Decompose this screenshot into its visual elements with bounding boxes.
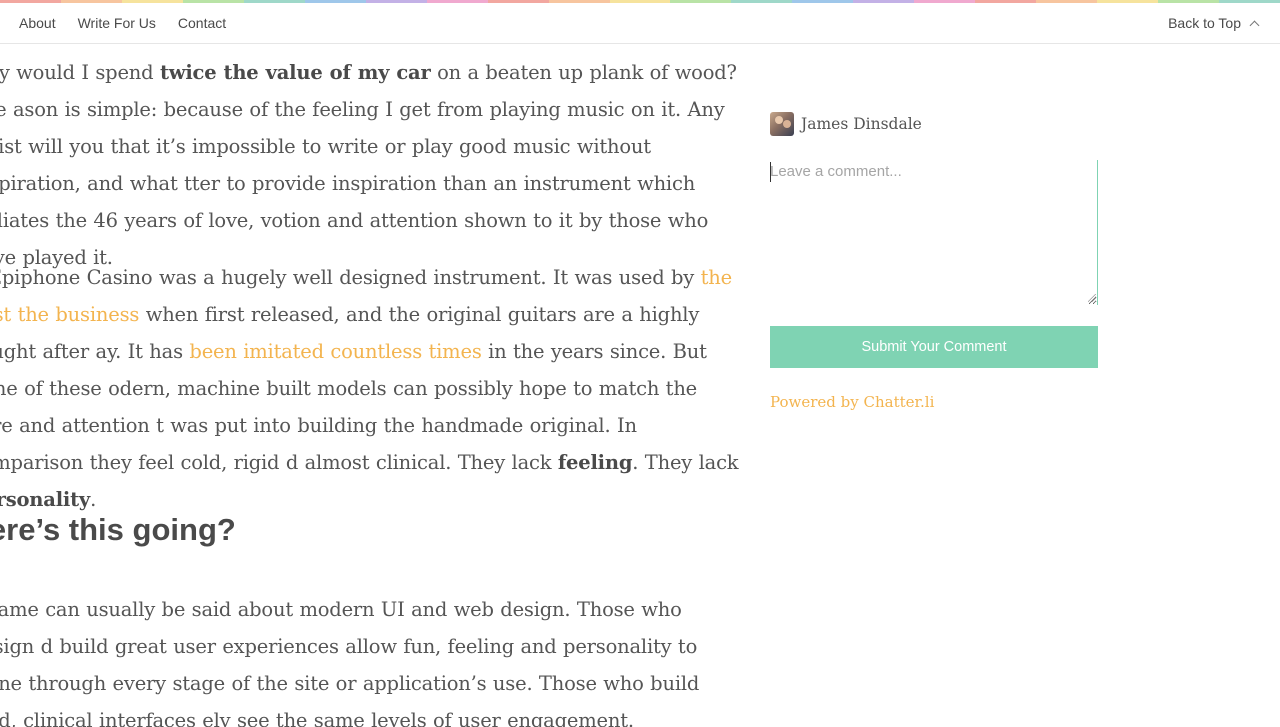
powered-by-link[interactable]: Powered by Chatter.li (770, 393, 934, 411)
comment-user: James Dinsdale (770, 112, 922, 136)
back-to-top-label: Back to Top (1168, 15, 1241, 31)
paragraph-text: e Epiphone Casino was a hugely well desi… (0, 266, 701, 289)
article-body: why would I spend twice the value of my … (0, 54, 750, 727)
paragraph-text: why would I spend (0, 61, 154, 84)
nav-write-for-us-link[interactable]: Write For Us (78, 15, 156, 31)
nav-links: About Write For Us Contact (19, 15, 226, 31)
back-to-top-link[interactable]: Back to Top (1168, 15, 1260, 31)
top-navigation: About Write For Us Contact Back to Top (0, 3, 1280, 44)
comment-input[interactable] (770, 160, 1098, 305)
bold-text: twice the value of my car (159, 61, 431, 84)
paragraph-text: . They lack (632, 451, 739, 474)
article-paragraph: e Epiphone Casino was a hugely well desi… (0, 259, 742, 518)
submit-comment-button[interactable]: Submit Your Comment (770, 326, 1098, 368)
chevron-up-icon (1249, 20, 1260, 30)
article-paragraph: e same can usually be said about modern … (0, 598, 700, 727)
paragraph-text: . (90, 488, 97, 511)
paragraph-text: on a beaten up plank of wood? The ason i… (0, 61, 737, 269)
text-caret (770, 162, 771, 182)
imitated-countless-times-link[interactable]: been imitated countless times (189, 340, 481, 363)
nav-about-link[interactable]: About (19, 15, 56, 31)
resize-handle-icon[interactable] (1088, 294, 1096, 302)
article-paragraph: why would I spend twice the value of my … (0, 54, 742, 276)
nav-contact-link[interactable]: Contact (178, 15, 226, 31)
avatar (770, 112, 794, 136)
bold-text: personality (0, 488, 91, 511)
bold-text: feeling (557, 451, 633, 474)
section-heading: here’s this going? (0, 512, 236, 547)
user-name: James Dinsdale (801, 115, 922, 133)
